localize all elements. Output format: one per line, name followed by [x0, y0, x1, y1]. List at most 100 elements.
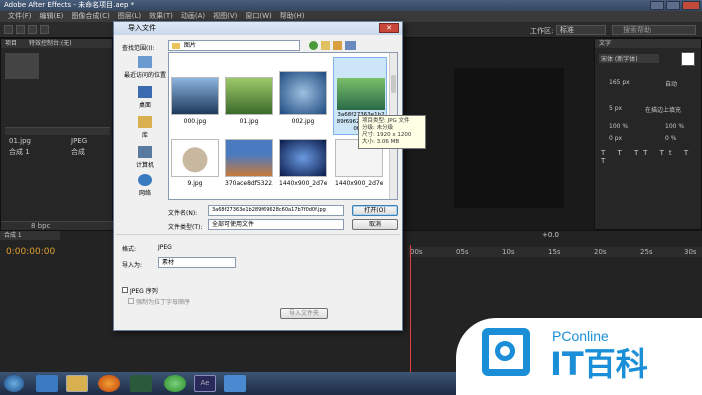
recent-places-icon	[138, 56, 152, 68]
file-explorer-icon[interactable]	[66, 375, 88, 392]
places-bar: 最近访问的位置 桌面 库 计算机 网络	[118, 54, 166, 204]
font-size-value[interactable]: 165 px	[609, 79, 630, 86]
file-info-tooltip: 项目类型: JPG 文件 分级: 未分级 尺寸: 1920 x 1200 大小:…	[358, 115, 426, 149]
thumbnail-caption: 1440x900_2d7e...	[335, 180, 383, 187]
sequence-checkbox[interactable]	[122, 287, 128, 293]
thumbnail-image	[171, 77, 219, 115]
menu-composition[interactable]: 图像合成(C)	[67, 11, 113, 22]
view-menu-icon[interactable]	[345, 41, 356, 50]
composition-viewer	[404, 38, 594, 230]
place-desktop[interactable]: 桌面	[122, 86, 168, 109]
selection-tool-icon[interactable]	[4, 25, 13, 34]
project-item-name: 01.jpg	[9, 137, 31, 145]
alphabetical-checkbox[interactable]	[128, 298, 134, 304]
back-icon[interactable]	[309, 41, 318, 50]
time-marker: 15s	[548, 248, 561, 256]
fill-color-swatch[interactable]	[681, 52, 695, 66]
search-help-input[interactable]: 搜索帮助	[612, 25, 696, 35]
folder-icon	[172, 42, 180, 49]
thumbnail-image	[225, 139, 273, 177]
thumbnail-image	[279, 71, 327, 115]
media-player-icon[interactable]	[130, 375, 152, 392]
horizontal-scale-value[interactable]: 100 %	[665, 123, 684, 130]
file-thumbnail[interactable]: 000.jpg	[171, 77, 219, 125]
search-help-placeholder: 搜索帮助	[623, 26, 651, 34]
stroke-fill-select[interactable]: 在描边上填充	[645, 105, 681, 114]
stroke-width-value[interactable]: 5 px	[609, 105, 622, 112]
after-effects-icon[interactable]: Ae	[194, 375, 216, 392]
tooltip-line: 尺寸: 1920 x 1200	[362, 132, 412, 138]
file-thumbnail[interactable]: 370ace8df5322...	[225, 139, 273, 187]
filename-input[interactable]: 3a68f27363e1b289f69628c60a17b7f0d0f.jpg	[208, 205, 344, 216]
watermark-logo: PConline IT百科	[456, 318, 702, 395]
project-panel-tabs: 项目 特效控制台:(无)	[1, 39, 112, 48]
bpc-indicator[interactable]: 8 bpc	[31, 222, 50, 230]
file-thumbnail[interactable]: 002.jpg	[279, 71, 327, 125]
new-folder-icon[interactable]	[333, 41, 342, 50]
menu-file[interactable]: 文件(F)	[4, 11, 36, 22]
start-button-icon[interactable]	[4, 375, 24, 392]
project-item[interactable]: 01.jpg JPEG	[9, 137, 109, 145]
libraries-icon	[138, 116, 152, 128]
project-columns-header	[5, 127, 110, 135]
baseline-shift-value[interactable]: 0 px	[609, 135, 622, 142]
project-item[interactable]: 合成 1 合成	[9, 147, 109, 157]
filetype-select[interactable]: 全部可使用文件	[208, 219, 344, 230]
zoom-value[interactable]: +0.0	[542, 231, 559, 239]
time-marker: 30s	[684, 248, 697, 256]
file-thumbnail[interactable]: 1440x900_2d7e...	[279, 139, 327, 187]
lookin-label: 查找范围(I):	[122, 45, 155, 52]
thumbnail-image	[171, 139, 219, 177]
project-panel: 项目 特效控制台:(无) 01.jpg JPEG 合成 1 合成 8 bpc	[0, 38, 114, 230]
time-marker: 05s	[456, 248, 469, 256]
place-label: 桌面	[138, 102, 151, 109]
brand-name: PConline	[552, 328, 609, 344]
project-item-name: 合成 1	[9, 148, 30, 156]
tsume-value[interactable]: 0 %	[665, 135, 676, 142]
file-thumbnail[interactable]: 9.jpg	[171, 139, 219, 187]
workspace-select[interactable]: 标准	[556, 25, 606, 35]
open-button[interactable]: 打开(O)	[352, 205, 398, 216]
browser-icon[interactable]	[36, 375, 58, 392]
brand-slogan: IT百科	[550, 345, 648, 383]
leading-value[interactable]: 自动	[665, 79, 677, 88]
rotate-tool-icon[interactable]	[40, 25, 49, 34]
lookin-select[interactable]: 图片	[168, 40, 300, 51]
cancel-button[interactable]: 取消	[352, 219, 398, 230]
firefox-icon[interactable]	[98, 375, 120, 392]
up-folder-icon[interactable]	[321, 41, 330, 50]
thumbnail-image	[225, 77, 273, 115]
place-label: 库	[141, 132, 148, 139]
chrome-icon[interactable]	[164, 375, 186, 392]
time-ruler[interactable]: 00s 05s 10s 15s 20s 25s 30s	[408, 247, 702, 257]
minimize-button[interactable]	[650, 1, 664, 10]
zoom-tool-icon[interactable]	[28, 25, 37, 34]
playhead[interactable]	[410, 245, 411, 373]
timeline-tab[interactable]: 合成 1	[0, 231, 60, 240]
thumbnail-caption: 01.jpg	[239, 118, 259, 125]
vertical-scale-value[interactable]: 100 %	[609, 123, 628, 130]
text-style-buttons[interactable]: T T TT Tt T T	[601, 149, 697, 165]
place-libraries[interactable]: 库	[122, 116, 168, 139]
file-thumbnail[interactable]: 01.jpg	[225, 77, 273, 125]
scrollbar-thumb[interactable]	[391, 75, 396, 93]
place-computer[interactable]: 计算机	[122, 146, 168, 169]
app-icon[interactable]	[224, 375, 246, 392]
menu-edit[interactable]: 编辑(E)	[36, 11, 68, 22]
place-recent[interactable]: 最近访问的位置	[122, 56, 168, 79]
timecode[interactable]: 0:00:00:00	[6, 247, 55, 257]
import-folder-button[interactable]: 导入文件夹	[280, 308, 328, 319]
window-title: Adobe After Effects - 未命名项目.aep *	[4, 1, 135, 9]
project-item-type: JPEG	[71, 137, 88, 145]
font-family-select[interactable]: 宋体 (新字体)	[599, 54, 659, 63]
window-title-bar: Adobe After Effects - 未命名项目.aep *	[0, 0, 702, 11]
dialog-close-button[interactable]: ✕	[379, 23, 399, 33]
close-window-button[interactable]	[682, 1, 700, 10]
tooltip-line: 项目类型: JPG 文件	[362, 118, 410, 124]
place-network[interactable]: 网络	[122, 174, 168, 197]
hand-tool-icon[interactable]	[16, 25, 25, 34]
import-as-select[interactable]: 素材	[158, 257, 236, 268]
tab-project[interactable]: 项目	[5, 40, 17, 47]
tab-effect-controls[interactable]: 特效控制台:(无)	[29, 40, 72, 47]
maximize-button[interactable]	[666, 1, 680, 10]
